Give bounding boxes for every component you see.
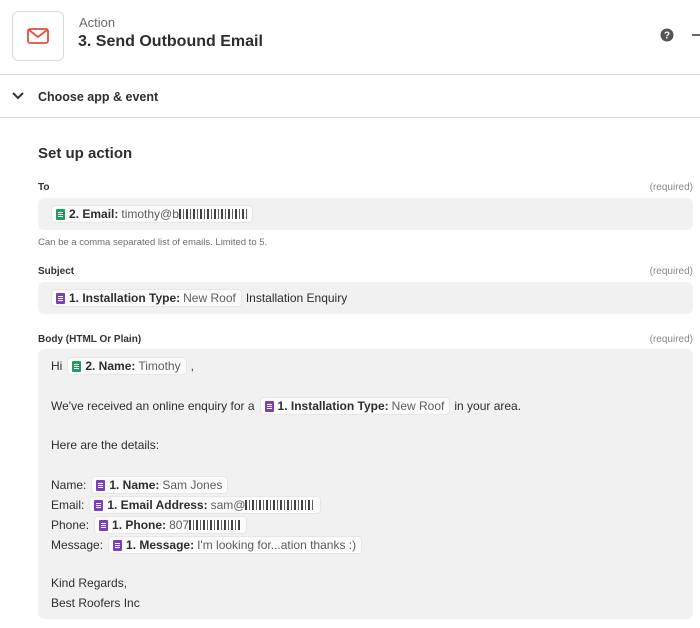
detail-message-line: Message: 1. Message: I'm looking for...a… [51, 536, 366, 554]
name-token[interactable]: 1. Name: Sam Jones [91, 476, 229, 494]
phone-token[interactable]: 1. Phone: 807 [94, 516, 248, 534]
more-icon[interactable] [692, 34, 700, 36]
to-required: (required) [649, 182, 693, 193]
forms-icon [113, 539, 123, 551]
step-header: Action 3. Send Outbound Email ? [0, 0, 700, 75]
forms-icon [56, 292, 65, 304]
name-token[interactable]: 2. Name: Timothy [67, 357, 187, 375]
svg-text:?: ? [664, 31, 670, 42]
subject-label: Subject [38, 266, 75, 277]
step-title: 3. Send Outbound Email [78, 33, 263, 50]
to-label: To [38, 182, 50, 193]
body-field[interactable]: Hi 2. Name: Timothy , We've received an … [38, 349, 693, 619]
body-required: (required) [649, 334, 693, 345]
help-icon[interactable]: ? [660, 28, 674, 42]
greeting-line: Hi 2. Name: Timothy , [51, 357, 194, 375]
app-icon-tile[interactable] [12, 11, 64, 61]
email-token[interactable]: 2. Email: timothy@b [51, 205, 253, 223]
details-heading: Here are the details: [51, 438, 160, 452]
signoff-line: Kind Regards, [51, 576, 128, 590]
to-help-text: Can be a comma separated list of emails.… [38, 237, 268, 248]
detail-phone-line: Phone: 1. Phone: 807 [51, 516, 251, 534]
step-kicker: Action [79, 15, 116, 30]
installation-type-token[interactable]: 1. Installation Type: New Roof [259, 397, 451, 415]
email-address-token[interactable]: 1. Email Address: sam@ [89, 496, 322, 514]
choose-app-event-accordion[interactable]: Choose app & event [0, 76, 700, 118]
enquiry-line: We've received an online enquiry for a 1… [51, 397, 522, 415]
subject-field[interactable]: 1. Installation Type: New Roof Installat… [38, 282, 693, 314]
subject-required: (required) [649, 266, 693, 277]
subject-text: Installation Enquiry [245, 291, 348, 305]
forms-icon [96, 479, 106, 491]
email-icon [27, 28, 49, 44]
chevron-down-icon [12, 92, 24, 100]
signature-line: Best Roofers Inc [51, 596, 140, 610]
sheets-icon [56, 208, 65, 220]
section-title: Set up action [38, 145, 133, 162]
sheets-icon [72, 360, 82, 372]
body-label: Body (HTML Or Plain) [38, 334, 142, 345]
to-field[interactable]: 2. Email: timothy@b [38, 198, 693, 230]
forms-icon [99, 519, 109, 531]
forms-icon [94, 499, 104, 511]
redacted-text [245, 500, 316, 510]
detail-name-line: Name: 1. Name: Sam Jones [51, 476, 232, 494]
message-token[interactable]: 1. Message: I'm looking for...ation than… [108, 536, 363, 554]
redacted-text [189, 520, 242, 530]
detail-email-line: Email: 1. Email Address: sam@ [51, 496, 325, 514]
accordion-label: Choose app & event [38, 90, 159, 104]
forms-icon [264, 400, 274, 412]
redacted-text [178, 209, 247, 219]
installation-type-token[interactable]: 1. Installation Type: New Roof [51, 289, 242, 307]
